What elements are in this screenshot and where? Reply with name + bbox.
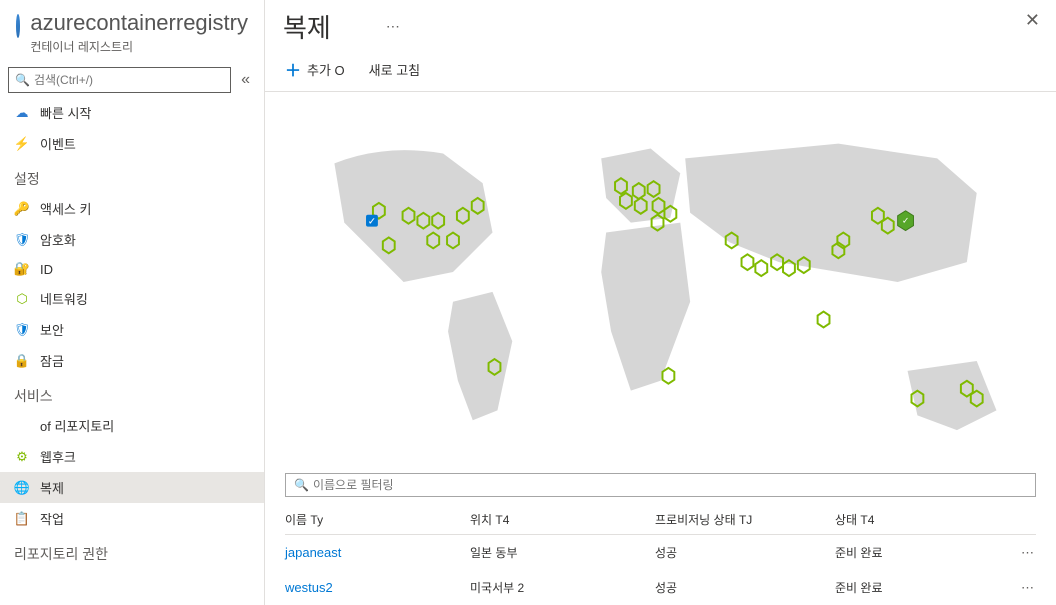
menu-label: 잠금 — [40, 351, 64, 370]
replica-location: 미국서부 2 — [470, 579, 655, 596]
rocket-icon: ☁ — [14, 105, 30, 121]
menu-label: ID — [40, 262, 53, 277]
section-repo-perm: 리포지토리 권한 — [0, 534, 264, 568]
refresh-button[interactable]: 새로 고침 — [369, 60, 420, 79]
sidebar-item-replication[interactable]: 🌐 복제 — [0, 472, 264, 503]
header: azurecontainerregistry 컨테이너 레지스트리 — [0, 0, 264, 63]
row-actions-icon[interactable]: ⋯ — [985, 545, 1036, 561]
sidebar-menu: ☁ 빠른 시작 ⚡ 이벤트 설정 🔑 액세스 키 🛡 암호화 🔐 ID ⬡ — [0, 97, 264, 605]
close-icon[interactable]: ✕ — [1025, 10, 1040, 31]
row-actions-icon[interactable]: ⋯ — [985, 580, 1036, 596]
repo-icon — [14, 418, 30, 434]
menu-label: 액세스 키 — [40, 199, 91, 218]
refresh-label: 새로 고침 — [369, 60, 420, 79]
replica-location: 일본 동부 — [470, 544, 655, 561]
menu-label: 웹후크 — [40, 447, 76, 466]
sidebar-item-quickstart[interactable]: ☁ 빠른 시작 — [0, 97, 264, 128]
shield-icon: 🛡 — [14, 322, 30, 338]
sidebar-item-locks[interactable]: 🔒 잠금 — [0, 345, 264, 376]
search-icon: 🔍 — [15, 73, 30, 87]
sidebar-item-access-keys[interactable]: 🔑 액세스 키 — [0, 193, 264, 224]
table-header: 이름 Ty 위치 T4 프로비저닝 상태 TJ 상태 T4 — [285, 501, 1036, 535]
globe-icon: 🌐 — [14, 480, 30, 496]
sidebar-item-identity[interactable]: 🔐 ID — [0, 255, 264, 283]
lock-icon: 🔒 — [14, 353, 30, 369]
sidebar-item-tasks[interactable]: 📋 작업 — [0, 503, 264, 534]
registry-name: azurecontainerregistry — [30, 10, 248, 35]
svg-text:✓: ✓ — [368, 217, 376, 228]
menu-label: 이벤트 — [40, 134, 76, 153]
menu-label: 암호화 — [40, 230, 76, 249]
search-icon: 🔍 — [294, 478, 309, 492]
sidebar-item-security[interactable]: 🛡 보안 — [0, 314, 264, 345]
replica-status: 준비 완료 — [835, 579, 985, 596]
svg-text:✓: ✓ — [902, 216, 909, 226]
tasks-icon: 📋 — [14, 511, 30, 527]
key-icon: 🔑 — [14, 201, 30, 217]
shield-icon: 🛡 — [14, 232, 30, 248]
lightning-icon: ⚡ — [14, 136, 30, 152]
add-label: 추가 O — [307, 60, 345, 79]
col-location[interactable]: 위치 T4 — [470, 511, 655, 528]
filter-box[interactable]: 🔍 — [285, 473, 1036, 497]
col-name[interactable]: 이름 Ty — [285, 511, 470, 528]
menu-label: 네트워킹 — [40, 289, 88, 308]
page-title: 복제 — [283, 8, 331, 45]
filter-input[interactable] — [313, 478, 1027, 492]
toolbar: ＋ 추가 O 새로 고침 — [265, 47, 1056, 92]
menu-label: 빠른 시작 — [40, 103, 91, 122]
sidebar-item-networking[interactable]: ⬡ 네트워킹 — [0, 283, 264, 314]
collapse-sidebar-icon[interactable]: « — [235, 71, 256, 89]
replica-provisioning: 성공 — [655, 579, 835, 596]
plus-icon: ＋ — [285, 57, 301, 81]
replica-name-link[interactable]: westus2 — [285, 580, 470, 595]
menu-label: of 리포지토리 — [40, 416, 114, 435]
sidebar-item-encryption[interactable]: 🛡 암호화 — [0, 224, 264, 255]
world-map[interactable]: ✓ ✓ — [265, 92, 1056, 469]
col-provisioning[interactable]: 프로비저닝 상태 TJ — [655, 511, 835, 528]
section-services: 서비스 — [0, 376, 264, 410]
registry-icon — [16, 14, 20, 38]
id-icon: 🔐 — [14, 261, 30, 277]
replica-provisioning: 성공 — [655, 544, 835, 561]
network-icon: ⬡ — [14, 291, 30, 307]
sidebar-item-events[interactable]: ⚡ 이벤트 — [0, 128, 264, 159]
replica-status: 준비 완료 — [835, 544, 985, 561]
sidebar-search-input[interactable] — [34, 73, 224, 87]
table-row: westus2 미국서부 2 성공 준비 완료 ⋯ — [285, 570, 1036, 605]
menu-label: 복제 — [40, 478, 64, 497]
resource-type-subtitle: 컨테이너 레지스트리 — [30, 38, 248, 55]
sidebar-search[interactable]: 🔍 — [8, 67, 231, 93]
section-settings: 설정 — [0, 159, 264, 193]
menu-label: 보안 — [40, 320, 64, 339]
table-row: japaneast 일본 동부 성공 준비 완료 ⋯ — [285, 535, 1036, 570]
more-icon[interactable]: ⋯ — [386, 18, 402, 35]
menu-label: 작업 — [40, 509, 64, 528]
col-status[interactable]: 상태 T4 — [835, 511, 985, 528]
replica-name-link[interactable]: japaneast — [285, 545, 470, 560]
sidebar-item-webhooks[interactable]: ⚙ 웹후크 — [0, 441, 264, 472]
add-button[interactable]: ＋ 추가 O — [285, 57, 345, 81]
sidebar-item-repositories[interactable]: of 리포지토리 — [0, 410, 264, 441]
webhook-icon: ⚙ — [14, 449, 30, 465]
replications-table: 이름 Ty 위치 T4 프로비저닝 상태 TJ 상태 T4 japaneast … — [265, 501, 1056, 605]
